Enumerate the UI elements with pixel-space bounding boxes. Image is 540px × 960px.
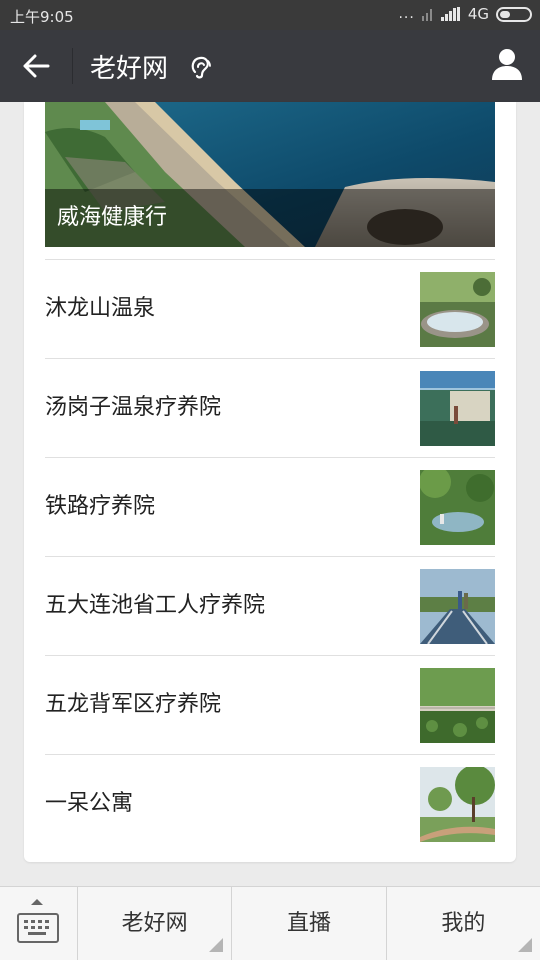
list-item[interactable]: 一呆公寓 [45, 754, 495, 853]
hot-spring-thumbnail [420, 272, 495, 347]
title-divider [72, 48, 73, 84]
back-button[interactable] [14, 44, 58, 88]
list-item-title: 五大连池省工人疗养院 [45, 593, 266, 618]
status-icons: ... 4G [398, 5, 532, 23]
battery-icon [496, 6, 532, 22]
tab-mine[interactable]: 我的 [387, 887, 540, 960]
hero-banner[interactable]: 威海健康行 [45, 102, 495, 247]
tab-label: 老好网 [121, 911, 188, 936]
list-item-title: 沐龙山温泉 [45, 296, 156, 321]
list-item-title: 铁路疗养院 [45, 494, 156, 519]
list-item-title: 汤岗子温泉疗养院 [45, 395, 222, 420]
user-profile-button[interactable] [490, 46, 524, 86]
list-item-title: 一呆公寓 [45, 791, 134, 816]
list-item[interactable]: 五龙背军区疗养院 [45, 655, 495, 754]
ear-icon[interactable] [188, 54, 214, 84]
sim2-signal-icon [421, 7, 434, 21]
lotus-pond-thumbnail [420, 668, 495, 743]
user-icon [492, 49, 522, 80]
signal-icon [440, 7, 461, 21]
submenu-indicator-icon [209, 938, 224, 952]
network-type: 4G [467, 5, 489, 23]
list-item[interactable]: 汤岗子温泉疗养院 [45, 358, 495, 457]
article-card: 威海健康行 沐龙山温泉 汤岗子温泉疗养院 铁路疗养院 五大连池省工人疗养院 五龙… [24, 102, 516, 862]
list-item[interactable]: 五大连池省工人疗养院 [45, 556, 495, 655]
page-title: 老好网 [90, 54, 169, 84]
bridge-walkway-thumbnail [420, 569, 495, 644]
bottom-menu-bar: 老好网 直播 我的 [0, 886, 540, 960]
tree-path-thumbnail [420, 767, 495, 842]
article-list: 沐龙山温泉 汤岗子温泉疗养院 铁路疗养院 五大连池省工人疗养院 五龙背军区疗养院… [45, 259, 495, 853]
title-bar: 老好网 [0, 30, 540, 102]
keyboard-icon [17, 913, 59, 943]
list-item-title: 五龙背军区疗养院 [45, 692, 222, 717]
hero-caption: 威海健康行 [45, 189, 495, 247]
indoor-spa-thumbnail [420, 371, 495, 446]
list-item[interactable]: 铁路疗养院 [45, 457, 495, 556]
submenu-indicator-icon [517, 938, 532, 952]
notification-dots: ... [398, 6, 415, 22]
garden-pool-thumbnail [420, 470, 495, 545]
tab-label: 我的 [441, 911, 486, 936]
caret-up-icon [31, 899, 43, 905]
keyboard-toggle-button[interactable] [0, 887, 78, 960]
tab-live[interactable]: 直播 [232, 887, 387, 960]
list-item[interactable]: 沐龙山温泉 [45, 259, 495, 358]
tab-label: 直播 [286, 911, 331, 936]
status-time: 上午9:05 [10, 8, 74, 26]
tab-laohaowang[interactable]: 老好网 [78, 887, 233, 960]
status-bar: 上午9:05 ... 4G [0, 0, 540, 30]
back-arrow-icon [23, 54, 50, 78]
